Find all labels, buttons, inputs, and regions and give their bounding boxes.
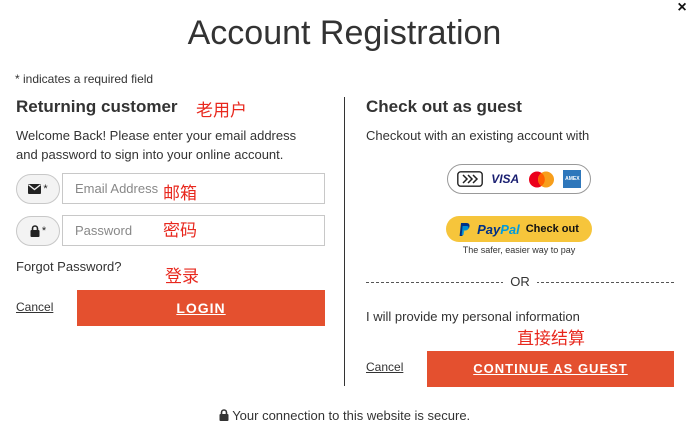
existing-account-text: Checkout with an existing account with — [366, 128, 590, 143]
mastercard-icon — [528, 171, 554, 187]
paypal-wordmark: PayPal — [477, 222, 520, 237]
lock-icon — [30, 225, 40, 237]
column-divider — [344, 97, 345, 386]
paypal-checkout-button[interactable]: PayPal Check out — [446, 216, 592, 242]
guest-heading: Check out as guest — [366, 97, 522, 116]
forgot-password-link[interactable]: Forgot Password? — [16, 257, 122, 276]
welcome-text: Welcome Back! Please enter your email ad… — [16, 128, 297, 162]
paypal-pal: Pal — [500, 221, 520, 237]
card-checkout-button[interactable]: VISA AMEX — [447, 164, 591, 194]
login-annotation: 登录 — [165, 267, 199, 287]
amex-icon: AMEX — [563, 170, 582, 188]
password-icon-pill: * — [16, 216, 60, 246]
email-placeholder: Email Address — [75, 181, 159, 196]
returning-annotation: 老用户 — [196, 101, 247, 121]
paypal-checkout-label: Check out — [525, 223, 579, 235]
envelope-icon — [28, 184, 42, 194]
required-mark: * — [43, 183, 48, 195]
required-mark: * — [41, 225, 47, 237]
page-title: Account Registration — [187, 14, 502, 52]
password-annotation: 密码 — [163, 221, 197, 241]
direct-checkout-annotation: 直接结算 — [517, 329, 585, 349]
amex-label: AMEX — [565, 176, 580, 182]
login-button[interactable]: LOGIN — [77, 290, 325, 326]
email-annotation: 邮箱 — [163, 184, 197, 204]
email-icon-pill: * — [16, 174, 60, 204]
paypal-pay: Pay — [477, 221, 501, 237]
or-label: OR — [503, 274, 537, 290]
required-note: * indicates a required field — [15, 72, 154, 86]
returning-heading: Returning customer — [16, 97, 178, 116]
card-link-icon — [456, 171, 483, 187]
paypal-tagline: The safer, easier way to pay — [462, 245, 576, 255]
visa-logo: VISA — [491, 172, 520, 186]
paypal-p-icon — [459, 222, 470, 236]
continue-as-guest-button[interactable]: CONTINUE AS GUEST — [427, 351, 674, 387]
password-placeholder: Password — [75, 223, 133, 238]
padlock-icon — [219, 409, 229, 421]
secure-note: Your connection to this website is secur… — [0, 408, 689, 423]
cancel-link[interactable]: Cancel — [16, 300, 53, 314]
guest-cancel-link[interactable]: Cancel — [366, 360, 403, 374]
secure-note-text: Your connection to this website is secur… — [232, 408, 471, 423]
